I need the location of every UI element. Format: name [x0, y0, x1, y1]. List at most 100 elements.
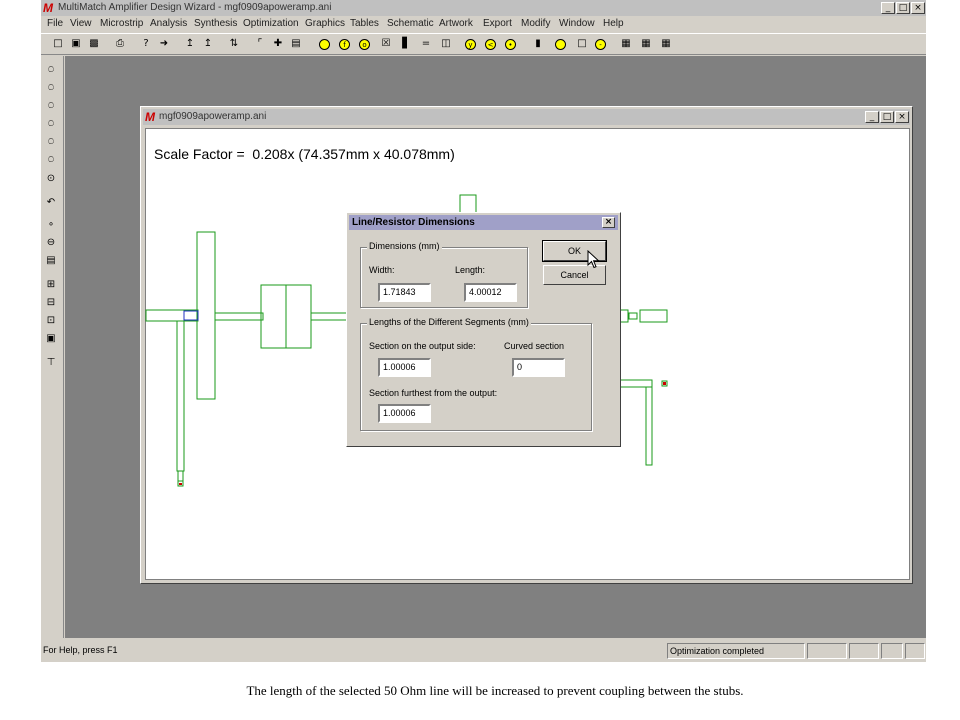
tool-shape-icon[interactable]: ◫ — [439, 37, 453, 51]
menu-tables[interactable]: Tables — [350, 16, 379, 32]
tool-resize-icon[interactable]: ⇅ — [227, 37, 241, 51]
furthest-section-label: Section furthest from the output: — [369, 388, 498, 398]
tool-stub-2-icon[interactable]: ⍥ — [44, 82, 58, 96]
child-close-button[interactable]: × — [895, 111, 909, 123]
yellow-tool-2-icon[interactable]: f — [339, 39, 350, 50]
child-maximize-button[interactable]: □ — [880, 111, 894, 123]
width-input[interactable]: 1.71843 — [378, 283, 431, 302]
app-title-bar: M MultiMatch Amplifier Design Wizard - m… — [41, 0, 926, 16]
furthest-section-input[interactable]: 1.00006 — [378, 404, 431, 423]
minimize-button[interactable]: _ — [881, 2, 895, 14]
restore-button[interactable]: □ — [896, 2, 910, 14]
status-pane-2 — [849, 643, 879, 659]
tool-stub-4-icon[interactable]: ⍥ — [44, 118, 58, 132]
segments-group: Lengths of the Different Segments (mm) S… — [360, 317, 592, 431]
open-folder-icon[interactable]: ▣ — [69, 37, 83, 51]
yellow-tool-4-icon[interactable]: y — [465, 39, 476, 50]
status-pane-4 — [905, 643, 925, 659]
status-pane-3 — [881, 643, 903, 659]
status-pane-1 — [807, 643, 847, 659]
tool-d-box-icon[interactable]: ▣ — [44, 332, 58, 346]
menu-synthesis[interactable]: Synthesis — [194, 16, 237, 32]
menu-optimization[interactable]: Optimization — [243, 16, 299, 32]
dimensions-group-label: Dimensions (mm) — [367, 241, 442, 251]
tool-a2-icon[interactable]: ↥ — [201, 37, 215, 51]
tool-multi-2-icon[interactable]: ▦ — [639, 37, 653, 51]
curved-section-input[interactable]: 0 — [512, 358, 565, 377]
tool-box-icon[interactable]: ▤ — [289, 37, 303, 51]
tool-plus-box-icon[interactable]: ⊞ — [44, 278, 58, 292]
tool-line-1-icon[interactable]: ∘ — [44, 218, 58, 232]
menu-modify[interactable]: Modify — [521, 16, 550, 32]
child-title: mgf0909apoweramp.ani — [159, 111, 267, 122]
tool-series-icon[interactable]: ⊙ — [44, 172, 58, 186]
close-button[interactable]: × — [911, 2, 925, 14]
tool-line-2-icon[interactable]: ⊖ — [44, 236, 58, 250]
yellow-tool-7-icon[interactable] — [555, 39, 566, 50]
child-minimize-button[interactable]: _ — [865, 111, 879, 123]
help-icon[interactable]: ? — [139, 37, 153, 51]
tool-cap-icon[interactable]: ▋ — [399, 37, 413, 51]
curved-section-label: Curved section — [504, 341, 565, 351]
tool-multi-1-icon[interactable]: ▦ — [619, 37, 633, 51]
tool-stub-3-icon[interactable]: ⍥ — [44, 100, 58, 114]
yellow-tool-3-icon[interactable]: o — [359, 39, 370, 50]
tool-minus-box-icon[interactable]: ⊟ — [44, 296, 58, 310]
length-label: Length: — [455, 265, 486, 275]
length-input[interactable]: 4.00012 — [464, 283, 517, 302]
app-logo-icon: M — [43, 1, 53, 15]
left-toolbar: ⍥ ⍥ ⍥ ⍥ ⍥ ⍥ ⊙ ↶ ∘ ⊖ ▤ ⊞ ⊟ ⊡ ▣ ⊤ — [41, 56, 64, 638]
dialog-title-bar: Line/Resistor Dimensions × — [349, 215, 618, 230]
line-resistor-dialog: Line/Resistor Dimensions × Dimensions (m… — [346, 212, 621, 447]
status-help-text: For Help, press F1 — [43, 645, 118, 655]
tool-a1-icon[interactable]: ↥ — [183, 37, 197, 51]
scale-factor-text: Scale Factor = 0.208x (74.357mm x 40.078… — [154, 146, 455, 162]
tool-stub-5-icon[interactable]: ⍥ — [44, 136, 58, 150]
mouse-cursor-icon — [587, 250, 600, 269]
status-message: Optimization completed — [667, 643, 805, 659]
save-icon[interactable]: ▩ — [87, 37, 101, 51]
tool-square-icon[interactable]: □ — [575, 37, 589, 51]
menu-analysis[interactable]: Analysis — [150, 16, 187, 32]
menu-microstrip[interactable]: Microstrip — [100, 16, 143, 32]
app-title: MultiMatch Amplifier Design Wizard - mgf… — [58, 2, 332, 13]
yellow-tool-1-icon[interactable] — [319, 39, 330, 50]
tool-multi-3-icon[interactable]: ▦ — [659, 37, 673, 51]
menu-view[interactable]: View — [70, 16, 92, 32]
print-icon[interactable]: ⎙ — [113, 37, 127, 51]
tool-equal-icon[interactable]: = — [419, 37, 433, 51]
tool-step-icon[interactable]: ⌜ — [253, 37, 267, 51]
menu-bar: File View Microstrip Analysis Synthesis … — [41, 16, 926, 32]
tool-x-box-icon[interactable]: ☒ — [379, 37, 393, 51]
menu-artwork[interactable]: Artwork — [439, 16, 473, 32]
menu-export[interactable]: Export — [483, 16, 512, 32]
output-side-label: Section on the output side: — [369, 341, 476, 351]
yellow-tool-5-icon[interactable]: < — [485, 39, 496, 50]
output-side-input[interactable]: 1.00006 — [378, 358, 431, 377]
tool-stub-6-icon[interactable]: ⍥ — [44, 154, 58, 168]
context-help-icon[interactable]: ➜ — [157, 37, 171, 51]
tool-tee-icon[interactable]: ⊤ — [44, 356, 58, 370]
slide-caption: The length of the selected 50 Ohm line w… — [246, 683, 744, 698]
tool-rect-icon[interactable]: ▤ — [44, 254, 58, 268]
menu-graphics[interactable]: Graphics — [305, 16, 345, 32]
menu-window[interactable]: Window — [559, 16, 595, 32]
tool-stub-1-icon[interactable]: ⍥ — [44, 64, 58, 78]
child-logo-icon: M — [145, 110, 155, 124]
new-file-icon[interactable]: □ — [51, 37, 65, 51]
tool-cross-icon[interactable]: ✚ — [271, 37, 285, 51]
tool-bend-icon[interactable]: ↶ — [44, 196, 58, 210]
toolbar: □ ▣ ▩ ⎙ ? ➜ ↥ ↥ ⇅ ⌜ ✚ ▤ f o ☒ ▋ = ◫ y < … — [41, 33, 926, 55]
menu-file[interactable]: File — [47, 16, 63, 32]
menu-schematic[interactable]: Schematic — [387, 16, 434, 32]
menu-help[interactable]: Help — [603, 16, 624, 32]
dialog-title: Line/Resistor Dimensions — [352, 217, 475, 228]
dimensions-group: Dimensions (mm) Width: Length: 1.71843 4… — [360, 241, 528, 308]
tool-pulse-icon[interactable]: ▮ — [531, 37, 545, 51]
width-label: Width: — [369, 265, 395, 275]
tool-dot-box-icon[interactable]: ⊡ — [44, 314, 58, 328]
segments-group-label: Lengths of the Different Segments (mm) — [367, 317, 531, 327]
yellow-tool-6-icon[interactable]: • — [505, 39, 516, 50]
dialog-close-icon[interactable]: × — [602, 217, 615, 228]
yellow-tool-8-icon[interactable]: - — [595, 39, 606, 50]
